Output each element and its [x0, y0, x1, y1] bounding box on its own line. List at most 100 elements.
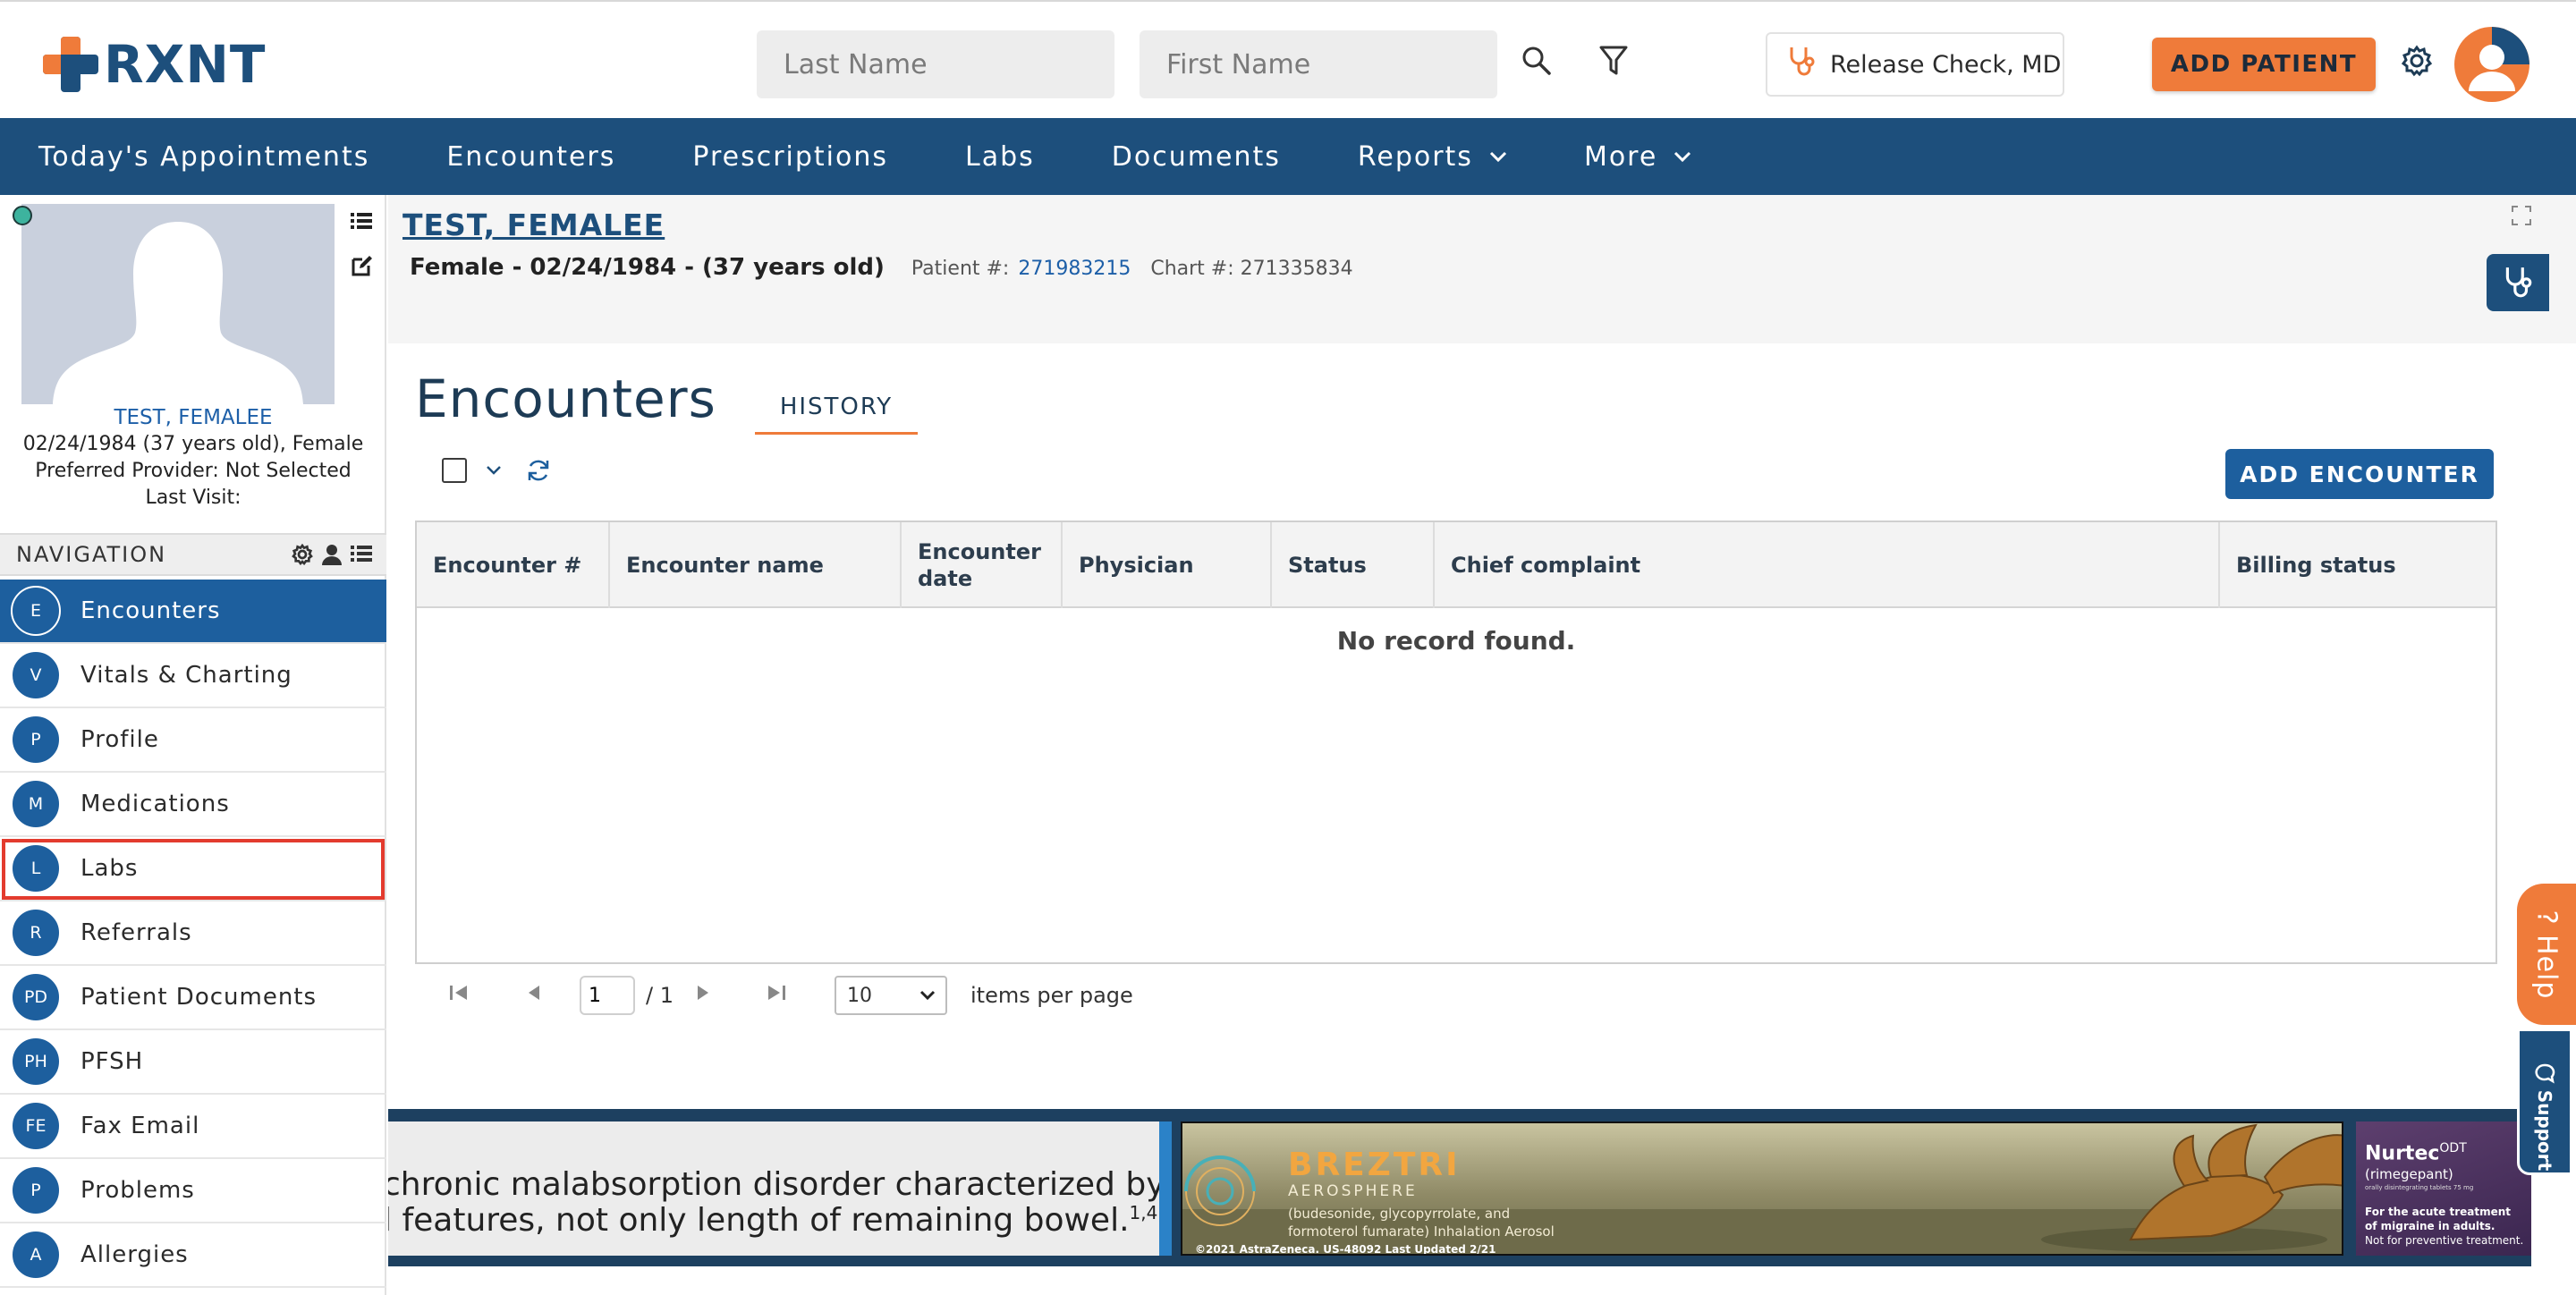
column-header-label: Physician [1079, 553, 1194, 578]
list-icon[interactable] [351, 544, 372, 571]
ad-divider [1159, 1121, 1172, 1256]
sidebar-dob: 02/24/1984 (37 years old), Female [22, 433, 364, 455]
stethoscope-icon [1787, 46, 1816, 84]
nav-badge: L [11, 843, 61, 893]
first-page-icon[interactable] [447, 983, 470, 1008]
nav-encounters[interactable]: Encounters [446, 141, 615, 173]
tab-history[interactable]: HISTORY [755, 390, 918, 435]
sidebar-item-label: Patient Documents [80, 984, 318, 1011]
patient-demographics: Female - 02/24/1984 - (37 years old) Pat… [410, 254, 1353, 281]
stethoscope-icon [2505, 267, 2532, 298]
chart-number: Chart #: 271335834 [1150, 258, 1353, 280]
nav-label: Documents [1111, 140, 1281, 173]
last-name-input[interactable] [757, 30, 1114, 98]
column-header-label: Encounter [918, 539, 1041, 564]
sidebar-item-label: Referrals [80, 919, 192, 946]
person-icon[interactable] [322, 544, 342, 571]
page-size-select[interactable]: 10 [834, 976, 947, 1015]
page-number-input[interactable] [580, 976, 635, 1015]
nav-badge: V [11, 650, 61, 700]
patient-number-label: Patient #: [911, 258, 1010, 280]
column-header-encounter-date[interactable]: Encounter date [900, 522, 1061, 608]
add-patient-button[interactable]: ADD PATIENT [2152, 38, 2376, 91]
edit-icon[interactable] [351, 254, 374, 281]
sidebar-item-labs[interactable]: L Labs [0, 837, 386, 901]
sidebar-item-label: Allergies [80, 1241, 189, 1268]
nav-badge: M [11, 779, 61, 829]
sidebar-patient-name[interactable]: TEST, FEMALEE [0, 406, 386, 429]
nav-label: Reports [1357, 140, 1473, 173]
support-button[interactable]: Support [2517, 1028, 2572, 1175]
ad-left-line2: l features, not only length of remaining… [388, 1202, 1159, 1239]
ad-breztri-brand: BREZTRI [1288, 1147, 1461, 1183]
chat-bubble-icon [2535, 1063, 2555, 1084]
search-icon[interactable] [1517, 41, 1556, 80]
nav-documents[interactable]: Documents [1112, 141, 1281, 173]
nav-badge: R [11, 908, 61, 958]
column-header-encounter-name[interactable]: Encounter name [608, 522, 898, 608]
page-title: Encounters [415, 368, 716, 429]
items-per-page-label: items per page [970, 983, 1133, 1008]
last-page-icon[interactable] [765, 983, 788, 1008]
sidebar-item-pfsh[interactable]: PH PFSH [0, 1030, 386, 1095]
ad-left-line1: chronic malabsorption disorder character… [388, 1166, 1159, 1203]
nav-label: Labs [965, 140, 1035, 173]
previous-page-icon[interactable] [526, 983, 542, 1008]
sidebar-preferred-provider: Preferred Provider: Not Selected [35, 460, 352, 482]
ad-nurtec-brand: NurtecODT [2365, 1141, 2467, 1164]
help-button[interactable]: ? Help [2517, 884, 2576, 1025]
page-count: / 1 [646, 983, 674, 1008]
sidebar-item-problems[interactable]: P Problems [0, 1159, 386, 1223]
ad-nurtec-line3: Not for preventive treatment. [2365, 1234, 2524, 1247]
patient-demographics-text: Female - 02/24/1984 - (37 years old) [410, 254, 885, 281]
rxnt-logo[interactable]: RXNT [41, 34, 266, 95]
patient-name-link[interactable]: TEST, FEMALEE [402, 207, 665, 242]
filter-icon[interactable] [1594, 41, 1633, 80]
advertisement-banner[interactable]: chronic malabsorption disorder character… [388, 1109, 2531, 1266]
nav-more[interactable]: More [1584, 141, 1691, 173]
pagination: / 1 10 items per page [447, 973, 1133, 1018]
patient-number[interactable]: 271983215 [1018, 258, 1131, 280]
next-page-icon[interactable] [695, 983, 711, 1008]
settings-gear-icon[interactable] [2397, 41, 2436, 80]
column-header-status[interactable]: Status [1270, 522, 1433, 608]
refresh-icon[interactable] [526, 458, 551, 483]
nav-todays-appointments[interactable]: Today's Appointments [38, 141, 369, 173]
list-icon[interactable] [351, 211, 374, 234]
ad-breztri-sub: AEROSPHERE [1288, 1182, 1418, 1200]
encounters-table: Encounter # Encounter name Encounter date… [415, 521, 2497, 964]
sidebar-item-allergies[interactable]: A Allergies [0, 1223, 386, 1288]
gear-icon[interactable] [292, 543, 313, 571]
ad-breztri[interactable]: BREZTRI AEROSPHERE (budesonide, glycopyr… [1181, 1121, 2343, 1256]
sidebar-item-fax-email[interactable]: FE Fax Email [0, 1095, 386, 1159]
ad-nurtec-odt: ODT [2439, 1141, 2467, 1155]
ad-left-superscript: 1,4,5 [1129, 1202, 1159, 1223]
select-all-checkbox[interactable] [442, 458, 467, 483]
patient-header: TEST, FEMALEE Female - 02/24/1984 - (37 … [388, 195, 2576, 343]
sidebar-item-medications[interactable]: M Medications [0, 773, 386, 837]
nav-reports[interactable]: Reports [1358, 141, 1507, 173]
ad-left-panel[interactable]: chronic malabsorption disorder character… [388, 1121, 1159, 1256]
add-encounter-button[interactable]: ADD ENCOUNTER [2225, 449, 2494, 499]
nav-label: Today's Appointments [38, 140, 370, 173]
user-avatar[interactable] [2454, 27, 2529, 102]
nav-badge: P [11, 715, 61, 765]
column-header-billing-status[interactable]: Billing status [2218, 522, 2496, 608]
sidebar-item-vitals-charting[interactable]: V Vitals & Charting [0, 644, 386, 708]
first-name-input[interactable] [1140, 30, 1497, 98]
column-header-encounter-number[interactable]: Encounter # [417, 522, 608, 608]
sidebar-item-profile[interactable]: P Profile [0, 708, 386, 773]
sidebar-item-encounters[interactable]: E Encounters [0, 580, 386, 644]
expand-icon[interactable] [2512, 206, 2531, 229]
sidebar-item-patient-documents[interactable]: PD Patient Documents [0, 966, 386, 1030]
support-label: Support [2534, 1089, 2556, 1172]
column-header-physician[interactable]: Physician [1061, 522, 1270, 608]
nav-prescriptions[interactable]: Prescriptions [692, 141, 888, 173]
provider-selector[interactable]: Release Check, MD [1766, 32, 2064, 97]
column-header-chief-complaint[interactable]: Chief complaint [1433, 522, 2218, 608]
ad-nurtec[interactable]: NurtecODT (rimegepant) orally disintegra… [2356, 1121, 2531, 1256]
sidebar-item-referrals[interactable]: R Referrals [0, 901, 386, 966]
nav-labs[interactable]: Labs [965, 141, 1035, 173]
chevron-down-icon[interactable] [485, 464, 503, 477]
clinical-stethoscope-button[interactable] [2487, 254, 2549, 311]
